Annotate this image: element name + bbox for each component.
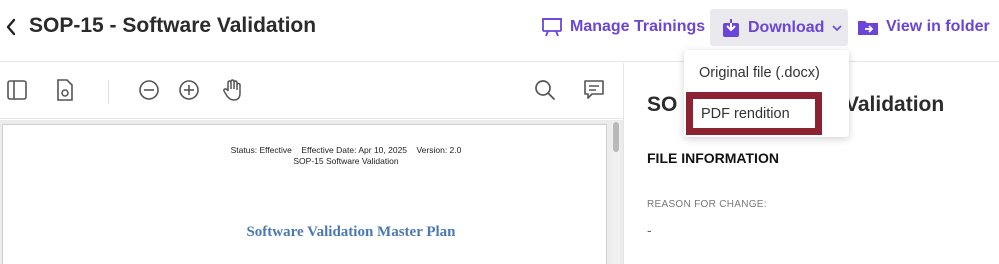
top-header: SOP-15 - Software Validation Manage Trai… (0, 0, 999, 62)
zoom-in-button[interactable] (177, 78, 201, 102)
download-menu: Original file (.docx) PDF rendition (684, 50, 849, 137)
details-title-end: Validation (845, 93, 945, 116)
toolbar-divider (108, 80, 109, 104)
menu-item-original-file[interactable]: Original file (.docx) (699, 65, 820, 81)
back-button[interactable] (2, 14, 20, 40)
download-icon (723, 18, 739, 37)
reason-for-change-value: - (647, 222, 652, 238)
view-in-folder-label: View in folder (886, 18, 990, 35)
document-viewer[interactable]: Status: Effective Effective Date: Apr 10… (0, 120, 624, 264)
comment-icon (584, 80, 604, 99)
presentation-board-icon (542, 18, 562, 37)
search-icon (535, 80, 555, 100)
sidebar-toggle-button[interactable] (5, 78, 29, 102)
manage-trainings-label: Manage Trainings (570, 18, 706, 35)
viewer-toolbar (0, 63, 624, 119)
download-label: Download (748, 18, 825, 36)
sidebar-icon (7, 80, 27, 100)
page-settings-button[interactable] (53, 78, 77, 102)
page-title: SOP-15 - Software Validation (29, 14, 317, 37)
view-in-folder-button[interactable]: View in folder (857, 14, 990, 40)
search-button[interactable] (533, 78, 557, 102)
file-information-heading: FILE INFORMATION (647, 150, 779, 166)
reason-for-change-label: REASON FOR CHANGE: (647, 199, 767, 210)
zoom-out-icon (139, 80, 159, 100)
document-heading: Software Validation Master Plan (246, 224, 456, 240)
document-subtitle: SOP-15 Software Validation (293, 156, 399, 166)
document-gear-icon (57, 79, 73, 101)
chevron-down-icon (832, 24, 843, 31)
document-page: Status: Effective Effective Date: Apr 10… (2, 124, 607, 264)
chevron-left-icon (6, 18, 16, 36)
manage-trainings-button[interactable]: Manage Trainings (541, 14, 705, 40)
details-title-start: SO (647, 93, 678, 116)
document-status-line: Status: Effective Effective Date: Apr 10… (230, 145, 462, 155)
download-button[interactable]: Download (710, 9, 848, 46)
zoom-in-icon (179, 80, 199, 100)
scrollbar-thumb[interactable] (613, 122, 619, 152)
pan-tool-button[interactable] (221, 78, 245, 102)
viewer-scrollbar[interactable] (612, 122, 620, 264)
details-title: SO Validation (647, 93, 944, 117)
folder-arrow-icon (858, 21, 878, 35)
zoom-out-button[interactable] (137, 78, 161, 102)
menu-item-pdf-rendition[interactable]: PDF rendition (686, 92, 822, 135)
comments-button[interactable] (582, 78, 606, 102)
panel-divider (623, 63, 624, 264)
hand-icon (223, 79, 241, 101)
